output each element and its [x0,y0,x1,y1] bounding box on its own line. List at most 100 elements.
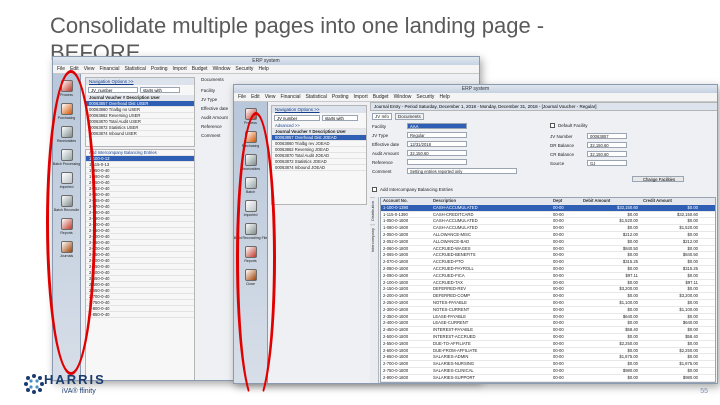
grid-row[interactable]: 1-100-0-1390 CASH-ACCUMULATED 00-00 $32,150… [381,204,715,212]
grid-row[interactable]: 1-080-0-1800 CASH-ACCUMULATED 00-00 $0.00 $1… [381,225,715,232]
menu-item-budget[interactable]: Budget [373,94,389,100]
grid-header-cell[interactable]: Account No. [381,198,431,204]
grid-row[interactable]: 2-700-0-1800 SALARIES-NURSING 00-00 $0.00 $1… [381,361,715,368]
menu-item-window[interactable]: Window [213,66,231,72]
menu-item-help[interactable]: Help [439,94,449,100]
grid-header-cell[interactable]: Description [431,198,551,204]
menu-item-financial[interactable]: Financial [280,94,300,100]
grid-row[interactable]: 2-300-0-1800 NOTES-CURRENT 00-00 $0.00 $1,10… [381,307,715,314]
grid-row[interactable]: 2-100-0-1800 ACCRUED-TAX 00-00 $0.00 $97.11 [381,280,715,287]
field-input[interactable]: AAA [407,123,467,129]
field-input[interactable]: GJ [587,160,627,166]
grid-header-cell[interactable]: Debit Amount [581,198,641,204]
grid-row[interactable]: 1-115-0-1390 CASH-CREDITCARD 00-00 $0.00 $32… [381,212,715,219]
grid-cell: 00-00 [553,320,564,326]
grid-row[interactable]: 2-050-0-1800 ALLOWANCE-MISC 00-00 $212.00 $0… [381,232,715,239]
grid-row[interactable]: 2-090-0-1800 ACCRUED-FICA 00-00 $97.11 $0.00 [381,273,715,280]
grid-row[interactable]: 2-070-0-1800 ACCRUED-PTO 00-00 $315.25 $0.00 [381,259,715,266]
grid-row[interactable]: 2-250-0-1800 NOTES-PAYABLE 00-00 $1,100.00 $… [381,300,715,307]
grid-cell: $980.00 [622,367,638,373]
grid-cell: $1,875.00 [679,361,698,367]
grid-cell: 00-00 [553,259,564,265]
field-input[interactable]: 32,150.60 [407,150,467,156]
grid-cell: SALARIES-CLINICAL [433,367,474,373]
grid-row[interactable]: 2-600-0-1800 DUE-FROM-AFFILIATE 00-00 $0.00… [381,348,715,355]
grid-header-cell[interactable]: Dept [551,198,581,204]
grid-row[interactable]: 1-050-0-1800 CASH-ACCUMULATED 00-00 $1,520.… [381,218,715,226]
field-input[interactable]: 32,150.60 [587,151,627,157]
right-field-source: Source GJ [550,160,627,166]
documents-tab[interactable]: Documents [395,113,424,120]
vertical-tab-intercompany[interactable]: Intercompany [370,224,375,256]
change-facilities-button[interactable]: Change Facilities [632,176,684,182]
account-row[interactable]: 2-850-0-40 [86,312,194,318]
grid-header-cell[interactable]: Credit Amount [641,198,701,204]
menu-item-financial[interactable]: Financial [99,66,119,72]
grid-cell: 00-00 [553,265,564,271]
field-input[interactable]: 12/31/2018 [407,141,467,147]
grid-cell: 1-100-0-1390 [383,204,409,210]
grid-cell: 2-080-0-1800 [383,265,409,271]
grid-cell: 00-00 [553,306,564,312]
jv-info-tab[interactable]: JV Info [372,113,393,120]
menu-item-statistical[interactable]: Statistical [305,94,326,100]
search-operator-select[interactable]: starts with [140,87,180,93]
checkbox-icon[interactable] [550,123,555,128]
grid-row[interactable]: 2-450-0-1800 INTEREST-PAYABLE 00-00 $58.40 $… [381,327,715,334]
vertical-tab-distribution[interactable]: Distribution [370,197,375,225]
list-item[interactable]: 00063874 Inbound USER [86,131,194,137]
grid-row[interactable]: 2-400-0-1800 LEASE-CURRENT 00-00 $0.00 $640.… [381,320,715,328]
grid-cell: $0.00 [627,265,638,271]
menu-item-security[interactable]: Security [235,66,253,72]
menu-item-window[interactable]: Window [394,94,412,100]
menu-item-posting[interactable]: Posting [332,94,349,100]
grid-row[interactable]: 2-080-0-1800 ACCRUED-PAYROLL 00-00 $0.00 $31… [381,266,715,273]
grid-row[interactable]: 2-500-0-1800 INTEREST-ACCRUED 00-00 $0.00 $5… [381,334,715,341]
search-panel: Navigation Options >> JV number starts w… [271,105,367,205]
search-field-select[interactable]: JV_number [88,87,138,93]
menu-item-help[interactable]: Help [258,66,268,72]
menu-item-statistical[interactable]: Statistical [124,66,145,72]
grid-row[interactable]: 2-200-0-1800 DEFERRED-COMP 00-00 $0.00 $3,20… [381,293,715,300]
grid-cell: $0.00 [627,306,638,312]
grid-row[interactable]: 2-065-0-1800 ACCRUED-BENEFITS 00-00 $0.00 $8… [381,252,715,260]
grid-row[interactable]: 2-060-0-1800 ACCRUED-WAGES 00-00 $840.50 $0.… [381,246,715,253]
menu-item-file[interactable]: File [57,66,65,72]
search-operator-select[interactable]: starts with [322,115,358,121]
menu-item-import[interactable]: Import [354,94,368,100]
grid-row[interactable]: 2-750-0-1800 SALARIES-CLINICAL 00-00 $980.0… [381,368,715,375]
grid-cell: $0.00 [687,340,698,346]
menu-item-view[interactable]: View [84,66,95,72]
field-input[interactable]: 00063857 [587,133,627,139]
menu-item-budget[interactable]: Budget [192,66,208,72]
grid-row[interactable]: 2-550-0-1800 DUE-TO-AFFILIATE 00-00 $2,250.… [381,341,715,348]
add-intercompany-row[interactable]: Add Intercompany Balancing Entries [372,187,453,192]
list-item[interactable]: 00063874 Inbound JOEAD [272,165,366,171]
field-input[interactable]: 32,150.60 [587,142,627,148]
menu-item-security[interactable]: Security [416,94,434,100]
menu-item-file[interactable]: File [238,94,246,100]
menu-item-posting[interactable]: Posting [151,66,168,72]
documents-tab[interactable]: Documents [201,77,224,82]
grid-cell: 2-065-0-1800 [383,252,409,258]
menu-item-import[interactable]: Import [173,66,187,72]
grid-row[interactable]: 2-052-0-1800 ALLOWANCE-BAD 00-00 $0.00 $212.… [381,239,715,246]
grid-cell: $2,250.00 [619,340,638,346]
menu-item-view[interactable]: View [265,94,276,100]
field-input[interactable] [407,159,467,165]
grid-row[interactable]: 2-650-0-1800 SALARIES-ADMIN 00-00 $1,875.00… [381,354,715,362]
navigation-options-link[interactable]: Navigation Options >> [272,106,366,113]
navigation-options-link[interactable]: Navigation Options >> [86,78,194,85]
field-input[interactable]: Setting entries reported only [407,168,517,174]
default-facility-checkbox[interactable]: Default Facility [550,123,588,128]
menu-item-edit[interactable]: Edit [251,94,260,100]
grid-row[interactable]: 2-800-0-1800 SALARIES-SUPPORT 00-00 $0.00 $9… [381,375,715,382]
grid-row[interactable]: 2-350-0-1800 LEASE-PAYABLE 00-00 $640.00 $0.… [381,314,715,321]
form-field-facility: Facility AAA [372,123,467,129]
field-input[interactable]: Regular [407,132,467,138]
grid-row[interactable]: 2-150-0-1800 DEFERRED-REV 00-00 $3,200.00 $0… [381,286,715,294]
grid-cell: 00-00 [553,374,564,380]
grid-cell: 2-600-0-1800 [383,347,409,353]
search-field-select[interactable]: JV number [274,115,320,121]
checkbox-icon[interactable] [372,187,377,192]
